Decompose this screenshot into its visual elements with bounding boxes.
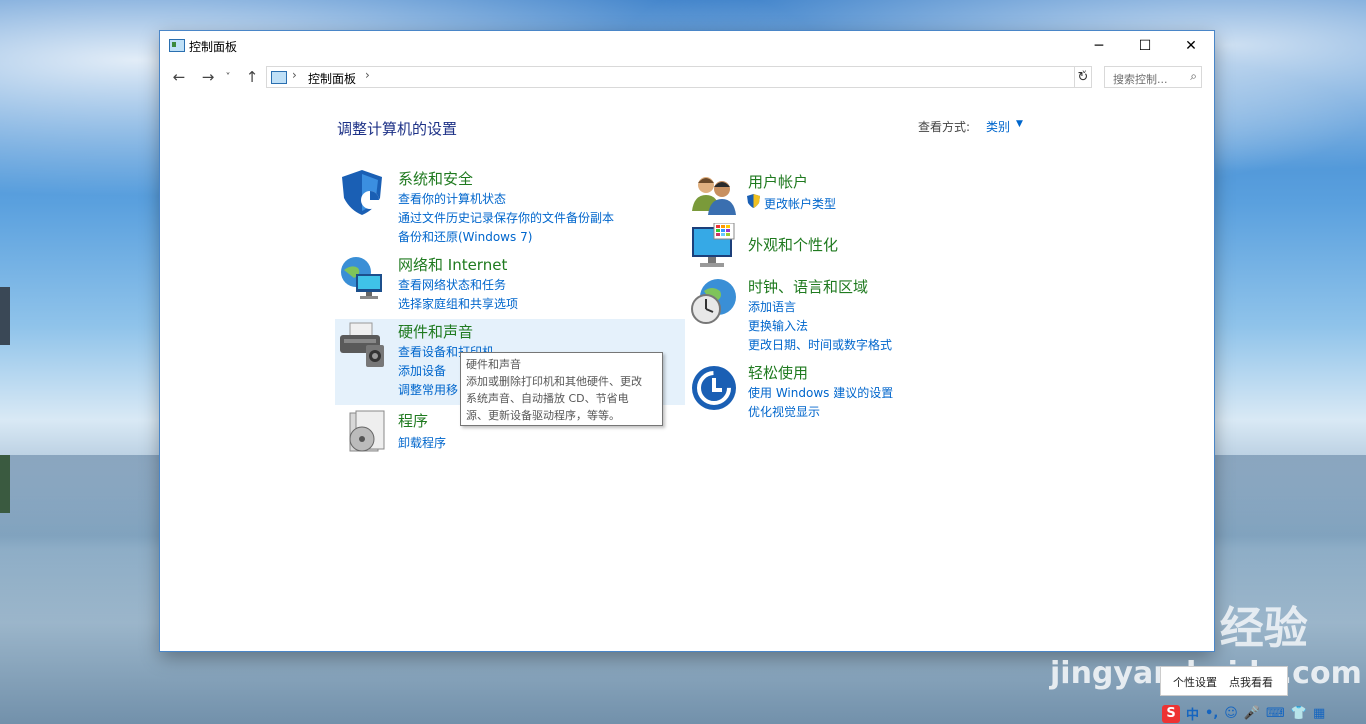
view-by-label: 查看方式: <box>918 120 971 134</box>
category-programs[interactable]: 程序 <box>398 410 428 431</box>
category-ease-of-access[interactable]: 轻松使用 <box>748 362 808 383</box>
baidu-watermark: Bai du 经验 <box>1048 603 1308 654</box>
link-homegroup[interactable]: 选择家庭组和共享选项 <box>398 295 518 312</box>
skin-icon[interactable]: 👕 <box>1291 706 1307 721</box>
link-uninstall-program[interactable]: 卸载程序 <box>398 434 446 451</box>
tooltip-line: 源、更新设备驱动程序，等等。 <box>466 409 620 422</box>
punctuation-icon[interactable]: •, <box>1205 706 1218 721</box>
link-file-history[interactable]: 通过文件历史记录保存你的文件备份副本 <box>398 209 614 226</box>
network-globe-icon[interactable] <box>338 254 386 302</box>
bubble-right-text[interactable]: 点我看看 <box>1229 674 1273 690</box>
sogou-logo-icon[interactable]: S <box>1162 704 1180 723</box>
search-icon[interactable]: ⌕ <box>1190 69 1197 84</box>
window-title: 控制面板 <box>189 40 238 54</box>
search-placeholder: 搜索控制... <box>1113 73 1168 86</box>
ime-toolbar: S 中 •, ☺ 🎤 ⌨ 👕 ▦ <box>1158 703 1366 724</box>
up-button[interactable]: ↑ <box>242 67 262 87</box>
tooltip-title: 硬件和声音 <box>466 358 521 371</box>
category-hardware-sound[interactable]: 硬件和声音 <box>398 321 473 342</box>
ease-of-access-icon[interactable] <box>690 364 738 412</box>
toolbox-icon[interactable]: ▦ <box>1313 706 1325 721</box>
clock-globe-icon[interactable] <box>690 277 738 325</box>
forward-button[interactable]: → <box>198 67 218 87</box>
category-appearance[interactable]: 外观和个性化 <box>748 234 838 255</box>
minimize-button[interactable]: ─ <box>1076 31 1122 61</box>
ime-tip-bubble[interactable]: 个性设置 点我看看 <box>1160 666 1288 696</box>
left-widget-2[interactable] <box>0 455 10 513</box>
page-title: 调整计算机的设置 <box>337 120 458 138</box>
category-system-security[interactable]: 系统和安全 <box>398 168 473 189</box>
microphone-icon[interactable]: 🎤 <box>1244 706 1260 721</box>
link-view-computer-status[interactable]: 查看你的计算机状态 <box>398 190 506 207</box>
link-change-date-time[interactable]: 更改日期、时间或数字格式 <box>748 336 892 353</box>
link-add-language[interactable]: 添加语言 <box>748 298 796 315</box>
category-clock-language[interactable]: 时钟、语言和区域 <box>748 276 868 297</box>
link-adjust-mobility[interactable]: 调整常用移 <box>398 381 458 398</box>
refresh-button[interactable]: ↻ <box>1074 66 1092 88</box>
users-icon[interactable] <box>690 171 738 219</box>
back-button[interactable]: ← <box>169 67 189 87</box>
security-shield-icon[interactable] <box>338 168 386 216</box>
printer-icon[interactable] <box>338 321 386 369</box>
view-by-dropdown[interactable]: 类别 <box>986 118 1010 135</box>
tooltip-line: 添加或删除打印机和其他硬件、更改 <box>466 375 642 388</box>
category-user-accounts[interactable]: 用户帐户 <box>748 171 808 192</box>
link-optimize-visual[interactable]: 优化视觉显示 <box>748 403 820 420</box>
breadcrumb-separator[interactable]: › <box>292 68 297 82</box>
maximize-button[interactable]: ☐ <box>1122 31 1168 61</box>
close-button[interactable]: ✕ <box>1168 31 1214 61</box>
monitor-appearance-icon[interactable] <box>690 223 738 271</box>
search-input[interactable]: 搜索控制... ⌕ <box>1104 66 1202 88</box>
keyboard-icon[interactable]: ⌨ <box>1266 706 1285 721</box>
link-change-input-method[interactable]: 更换输入法 <box>748 317 808 334</box>
control-panel-window: 控制面板 ─ ☐ ✕ ← → ˅ ↑ › 控制面板 › ˅ ↻ 搜索控制... … <box>160 31 1214 651</box>
hardware-tooltip: 硬件和声音 添加或删除打印机和其他硬件、更改 系统声音、自动播放 CD、节省电 … <box>460 352 663 426</box>
link-add-device[interactable]: 添加设备 <box>398 362 446 379</box>
tooltip-line: 系统声音、自动播放 CD、节省电 <box>466 392 629 405</box>
link-change-account-type[interactable]: 更改帐户类型 <box>764 195 836 212</box>
title-bar[interactable]: 控制面板 ─ ☐ ✕ <box>160 31 1214 61</box>
recent-locations-button[interactable]: ˅ <box>222 67 234 87</box>
uac-shield-icon <box>747 194 760 208</box>
navigation-bar: ← → ˅ ↑ › 控制面板 › ˅ ↻ 搜索控制... ⌕ <box>160 61 1214 93</box>
link-backup-restore[interactable]: 备份和还原(Windows 7) <box>398 228 532 245</box>
breadcrumb-separator[interactable]: › <box>365 68 370 82</box>
left-widget-1[interactable] <box>0 287 10 345</box>
emoji-icon[interactable]: ☺ <box>1224 706 1238 721</box>
ime-language-toggle[interactable]: 中 <box>1186 704 1199 723</box>
chevron-down-icon[interactable]: ▼ <box>1016 119 1023 129</box>
control-panel-icon <box>169 39 185 52</box>
category-network-internet[interactable]: 网络和 Internet <box>398 254 507 275</box>
breadcrumb-control-panel[interactable]: 控制面板 <box>308 70 356 87</box>
control-panel-icon <box>271 71 287 84</box>
programs-icon[interactable] <box>342 409 390 457</box>
link-network-status[interactable]: 查看网络状态和任务 <box>398 276 506 293</box>
bubble-left-text[interactable]: 个性设置 <box>1173 674 1217 690</box>
link-recommended-settings[interactable]: 使用 Windows 建议的设置 <box>748 384 893 401</box>
address-bar[interactable]: › 控制面板 › ˅ <box>266 66 1092 88</box>
